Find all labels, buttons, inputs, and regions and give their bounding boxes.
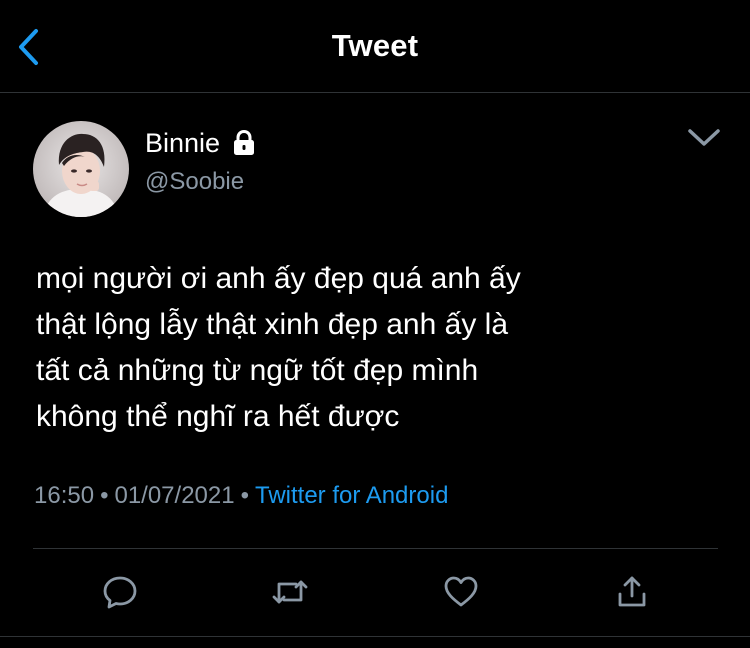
author-name-row[interactable]: Binnie — [145, 126, 256, 160]
avatar[interactable] — [33, 121, 129, 217]
tweet-line: tất cả những từ ngữ tốt đẹp mình — [36, 354, 479, 387]
tweet-line: thật lộng lẫy thật xinh đẹp anh ấy là — [36, 308, 509, 341]
tweet-metadata: 16:50 • 01/07/2021 • Twitter for Android — [34, 482, 448, 510]
retweet-button[interactable] — [270, 572, 310, 612]
profile-photo — [33, 121, 129, 217]
share-icon — [618, 576, 646, 607]
tweet-date: 01/07/2021 — [114, 482, 235, 509]
tweet-source-link[interactable]: Twitter for Android — [255, 482, 448, 509]
page-title: Tweet — [331, 28, 419, 63]
chevron-down-icon — [688, 129, 720, 146]
bottom-divider — [0, 636, 750, 637]
tweet-line: không thể nghĩ ra hết được — [36, 400, 400, 433]
heart-icon — [444, 576, 478, 607]
more-options-button[interactable] — [686, 124, 722, 152]
lock-icon — [232, 129, 256, 156]
retweet-icon — [272, 580, 308, 604]
divider — [33, 548, 718, 549]
top-bar: Tweet — [0, 0, 750, 93]
display-name: Binnie — [145, 127, 221, 158]
tweet-text: mọi người ơi anh ấy đẹp quá anh ấy thật … — [36, 256, 676, 440]
reply-button[interactable] — [100, 572, 140, 612]
share-button[interactable] — [612, 572, 652, 612]
tweet-line: mọi người ơi anh ấy đẹp quá anh ấy — [36, 262, 521, 295]
reply-icon — [103, 576, 137, 609]
meta-separator: • — [240, 482, 249, 509]
author-handle[interactable]: @Soobie — [145, 168, 244, 196]
meta-separator: • — [100, 482, 109, 509]
like-button[interactable] — [441, 572, 481, 612]
tweet-time: 16:50 — [34, 482, 95, 509]
